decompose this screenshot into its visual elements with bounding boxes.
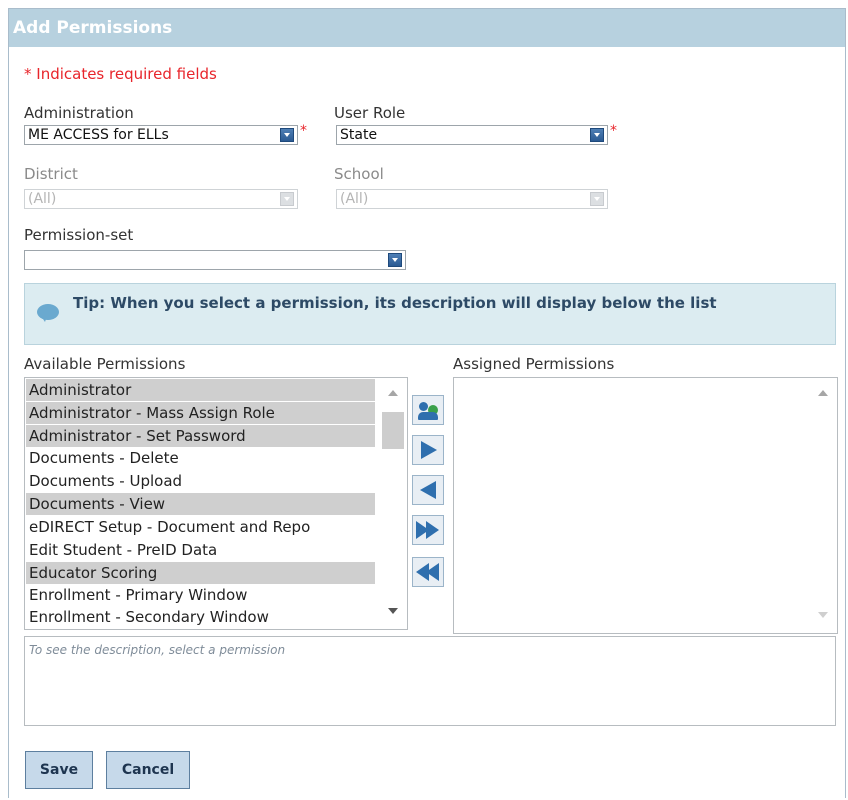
school-label: School	[334, 165, 384, 183]
user-role-select[interactable]: State	[336, 125, 608, 145]
permission-set-select[interactable]	[24, 250, 406, 270]
list-item[interactable]: Administrator	[26, 379, 375, 401]
administration-label: Administration	[24, 104, 134, 122]
tip-text: Tip: When you select a permission, its d…	[73, 294, 717, 312]
remove-all-button[interactable]	[412, 557, 444, 587]
district-value: (All)	[28, 191, 57, 207]
administration-value: ME ACCESS for ELLs	[28, 127, 169, 143]
save-button[interactable]: Save	[25, 751, 93, 789]
available-permissions-list[interactable]: Administrator Administrator - Mass Assig…	[24, 377, 408, 630]
list-item[interactable]: Administrator - Mass Assign Role	[26, 402, 375, 424]
list-item[interactable]: Edit Student - PreID Data	[26, 539, 375, 561]
add-selected-button[interactable]	[412, 435, 444, 465]
description-placeholder: To see the description, select a permiss…	[29, 643, 286, 657]
permission-description-box: To see the description, select a permiss…	[24, 636, 836, 726]
dropdown-arrow-icon[interactable]	[388, 253, 402, 267]
tip-banner: Tip: When you select a permission, its d…	[24, 283, 836, 345]
list-item[interactable]: Enrollment - Secondary Window	[26, 606, 375, 628]
list-item[interactable]: Documents - View	[26, 493, 375, 515]
arrow-left-icon	[420, 481, 436, 499]
dropdown-arrow-icon	[590, 192, 604, 206]
cancel-button[interactable]: Cancel	[106, 751, 190, 789]
list-item[interactable]: Educator Scoring	[26, 562, 375, 584]
list-item[interactable]: Documents - Upload	[26, 470, 375, 492]
dropdown-arrow-icon[interactable]	[280, 128, 294, 142]
arrow-right-icon	[421, 441, 437, 459]
user-role-required-mark: *	[610, 123, 617, 139]
user-role-label: User Role	[334, 104, 406, 122]
assign-role-users-button[interactable]	[412, 395, 444, 425]
administration-required-mark: *	[300, 123, 307, 139]
required-fields-note: * Indicates required fields	[24, 65, 217, 83]
available-permissions-label: Available Permissions	[24, 355, 186, 373]
school-value: (All)	[340, 191, 369, 207]
school-select: (All)	[336, 189, 608, 209]
scroll-up-icon[interactable]	[388, 390, 398, 396]
dropdown-arrow-icon[interactable]	[590, 128, 604, 142]
speech-bubble-icon	[37, 304, 59, 322]
scroll-down-icon[interactable]	[388, 608, 398, 614]
district-label: District	[24, 165, 78, 183]
user-role-value: State	[340, 127, 378, 143]
dropdown-arrow-icon	[280, 192, 294, 206]
dialog-title: Add Permissions	[13, 18, 173, 38]
scroll-down-icon[interactable]	[818, 612, 828, 618]
scroll-up-icon[interactable]	[818, 390, 828, 396]
list-item[interactable]: Documents - Delete	[26, 447, 375, 469]
list-item[interactable]: eDIRECT Setup - Document and Repo	[26, 516, 375, 538]
list-item[interactable]: Enrollment - Primary Window	[26, 584, 375, 606]
list-item[interactable]: Administrator - Set Password	[26, 425, 375, 447]
available-list-scrollbar[interactable]	[380, 379, 406, 628]
assigned-permissions-label: Assigned Permissions	[453, 355, 615, 373]
district-select: (All)	[24, 189, 298, 209]
administration-select[interactable]: ME ACCESS for ELLs	[24, 125, 298, 145]
assigned-list-scrollbar[interactable]	[810, 379, 836, 632]
permission-set-label: Permission-set	[24, 226, 134, 244]
assigned-permissions-list[interactable]	[453, 377, 838, 634]
scroll-thumb[interactable]	[382, 412, 404, 449]
dialog-title-bar: Add Permissions	[9, 9, 845, 47]
remove-selected-button[interactable]	[412, 475, 444, 505]
add-all-button[interactable]	[412, 515, 444, 545]
